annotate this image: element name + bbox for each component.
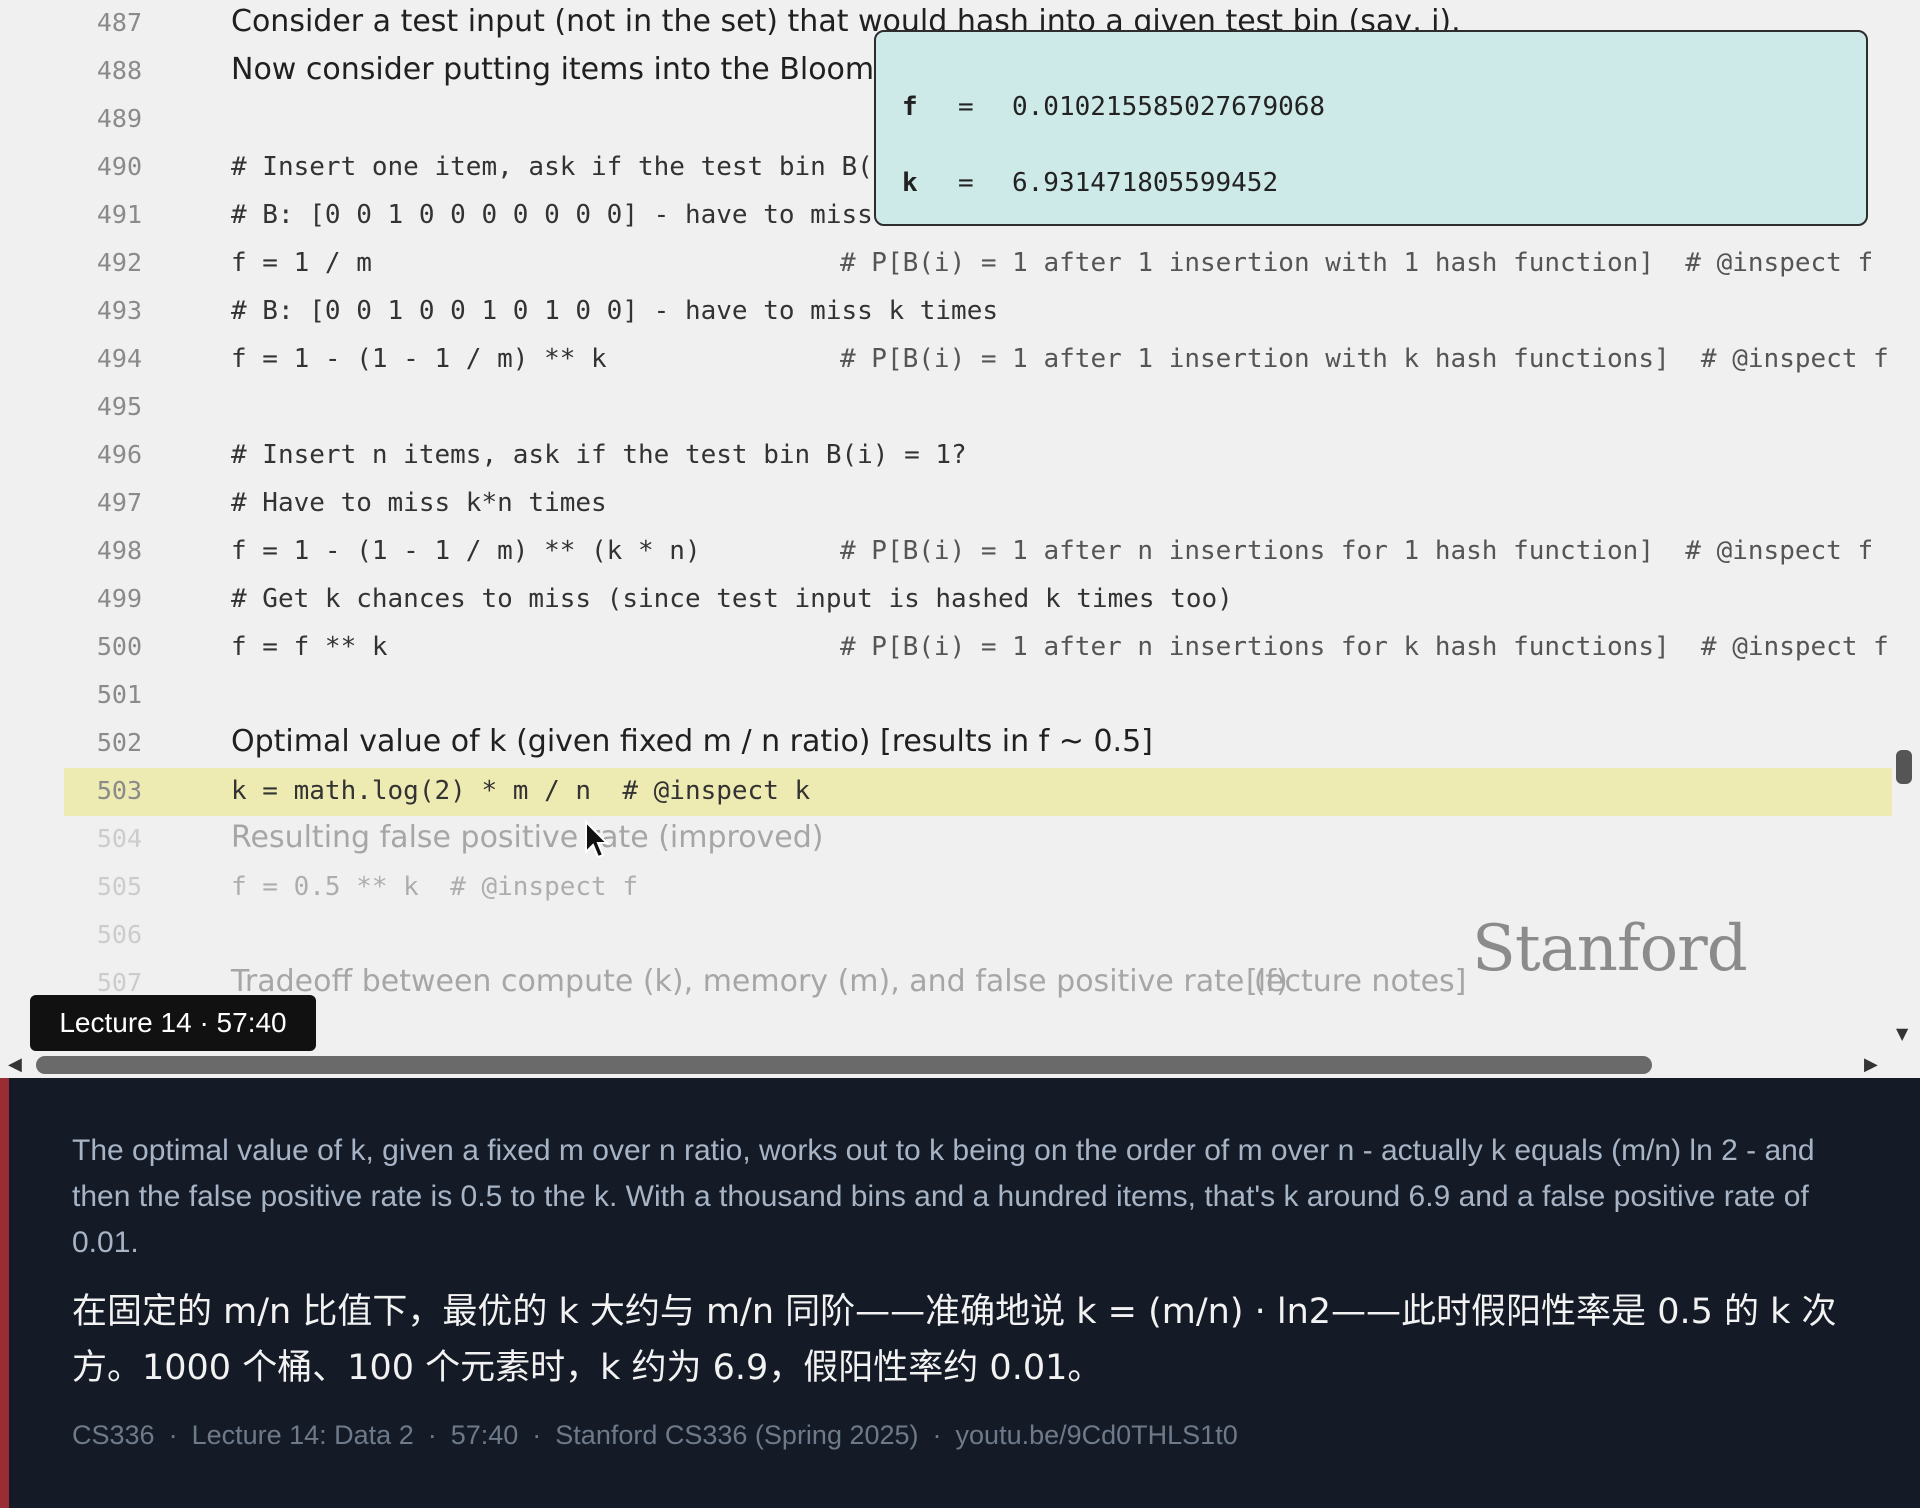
code-line: 493 # B: [0 0 1 0 0 1 0 1 0 0] - have to … xyxy=(0,288,1900,336)
line-number: 489 xyxy=(96,104,142,133)
scroll-left-arrow-icon[interactable]: ◀ xyxy=(8,1054,22,1075)
inspect-popup: f = 0.010215585027679068 k = 6.931471805… xyxy=(874,30,1868,226)
code-text: f = 1 - (1 - 1 / m) ** (k * n) xyxy=(231,536,701,566)
line-number: 507 xyxy=(96,968,142,997)
code-viewer: 487 Consider a test input (not in the set… xyxy=(0,0,1920,1078)
footer-lecture: Lecture 14: Data 2 xyxy=(191,1420,414,1450)
line-number: 494 xyxy=(96,344,142,373)
code-text: k = math.log(2) * m / n # @inspect k xyxy=(231,776,811,806)
code-text: # Insert n items, ask if the test bin B(… xyxy=(231,440,967,470)
line-number: 500 xyxy=(96,632,142,661)
inspect-var-name: k xyxy=(902,168,918,198)
line-number: 499 xyxy=(96,584,142,613)
code-text: # B: [0 0 1 0 0 1 0 1 0 0] - have to mis… xyxy=(231,296,999,326)
line-number: 496 xyxy=(96,440,142,469)
prose-text: Tradeoff between compute (k), memory (m)… xyxy=(231,964,1288,999)
line-number: 505 xyxy=(96,872,142,901)
prose-text: Now consider putting items into the Bloo… xyxy=(231,52,903,87)
prose-text: Resulting false positive rate (improved) xyxy=(231,820,824,855)
code-line: 503 k = math.log(2) * m / n # @inspect k xyxy=(64,768,1892,816)
line-number: 497 xyxy=(96,488,142,517)
scroll-right-arrow-icon[interactable]: ▶ xyxy=(1864,1054,1878,1075)
subtitle-chinese: 在固定的 m/n 比值下，最优的 k 大约与 m/n 同阶——准确地说 k = … xyxy=(72,1292,1837,1388)
video-info-footer: CS336 · Lecture 14: Data 2 · 57:40 · Stanford … xyxy=(72,1420,1238,1450)
code-text: f = 0.5 ** k # @inspect f xyxy=(231,872,638,902)
footer-time: 57:40 xyxy=(450,1420,519,1450)
code-text: f = 1 / m xyxy=(231,248,372,278)
footer-course: CS336 xyxy=(72,1420,155,1450)
code-line: 499 # Get k chances to miss (since test i… xyxy=(0,576,1900,624)
mouse-pointer-icon xyxy=(585,820,610,859)
stanford-wordmark: Stanford xyxy=(1472,912,1748,986)
inspect-var-value: 6.931471805599452 xyxy=(1012,168,1279,198)
line-number: 506 xyxy=(96,920,142,949)
code-text: # Get k chances to miss (since test inpu… xyxy=(231,584,1233,614)
line-number: 492 xyxy=(96,248,142,277)
line-number: 493 xyxy=(96,296,142,325)
line-number: 498 xyxy=(96,536,142,565)
code-text: # Insert one item, ask if the test bin B… xyxy=(231,152,873,182)
footer-series: Stanford CS336 (Spring 2025) xyxy=(555,1420,919,1450)
line-number: 488 xyxy=(96,56,142,85)
code-line: 505 f = 0.5 ** k # @inspect f xyxy=(0,864,1900,912)
horizontal-scrollbar[interactable]: ◀ ▶ xyxy=(0,1052,1920,1078)
prose-text: Optimal value of k (given fixed m / n ra… xyxy=(231,724,1153,759)
inspect-var-value: 0.010215585027679068 xyxy=(1012,92,1326,122)
footer-video-link[interactable]: youtu.be/9Cd0THLS1t0 xyxy=(956,1420,1238,1450)
vertical-scrollbar-thumb[interactable] xyxy=(1896,750,1912,784)
code-line: 492 f = 1 / m # P[B(i) = 1 after 1 inserti… xyxy=(0,240,1900,288)
inspect-equals: = xyxy=(958,92,974,122)
code-line: 504 Resulting false positive rate (improv… xyxy=(0,816,1900,864)
code-comment: # P[B(i) = 1 after n insertions for k ha… xyxy=(840,632,1889,662)
code-comment: # P[B(i) = 1 after n insertions for 1 ha… xyxy=(840,536,1874,566)
line-number: 495 xyxy=(96,392,142,421)
scroll-down-arrow-icon[interactable]: ▼ xyxy=(1896,1024,1908,1043)
lecture-timestamp-badge: Lecture 14 · 57:40 xyxy=(30,995,316,1051)
horizontal-scrollbar-thumb[interactable] xyxy=(36,1056,1652,1074)
code-line: 497 # Have to miss k*n times xyxy=(0,480,1900,528)
code-line: 495 xyxy=(0,384,1900,432)
line-number: 491 xyxy=(96,200,142,229)
code-text: f = 1 - (1 - 1 / m) ** k xyxy=(231,344,607,374)
subtitle-panel: The optimal value of k, given a fixed m … xyxy=(0,1078,1920,1508)
line-number: 487 xyxy=(96,8,142,37)
line-number: 490 xyxy=(96,152,142,181)
code-line: 501 xyxy=(0,672,1900,720)
code-comment: # P[B(i) = 1 after 1 insertion with k ha… xyxy=(840,344,1889,374)
line-number: 503 xyxy=(96,776,142,805)
line-number: 501 xyxy=(96,680,142,709)
code-line: 496 # Insert n items, ask if the test bin… xyxy=(0,432,1900,480)
code-line: 500 f = f ** k # P[B(i) = 1 after n insert… xyxy=(0,624,1900,672)
line-number: 502 xyxy=(96,728,142,757)
accent-bar xyxy=(0,1078,9,1508)
lecture-notes-link[interactable]: [lecture notes] xyxy=(1246,964,1466,999)
code-line: 498 f = 1 - (1 - 1 / m) ** (k * n) # P[B(i… xyxy=(0,528,1900,576)
code-comment: # P[B(i) = 1 after 1 insertion with 1 ha… xyxy=(840,248,1874,278)
code-line: 494 f = 1 - (1 - 1 / m) ** k # P[B(i) = 1 … xyxy=(0,336,1900,384)
code-text: # Have to miss k*n times xyxy=(231,488,607,518)
code-text: f = f ** k xyxy=(231,632,388,662)
code-line: 502 Optimal value of k (given fixed m / n… xyxy=(0,720,1900,768)
subtitle-english: The optimal value of k, given a fixed m … xyxy=(72,1134,1815,1259)
line-number: 504 xyxy=(96,824,142,853)
code-text: # B: [0 0 1 0 0 0 0 0 0 0] - have to mis… xyxy=(231,200,873,230)
inspect-var-name: f xyxy=(902,92,918,122)
inspect-equals: = xyxy=(958,168,974,198)
